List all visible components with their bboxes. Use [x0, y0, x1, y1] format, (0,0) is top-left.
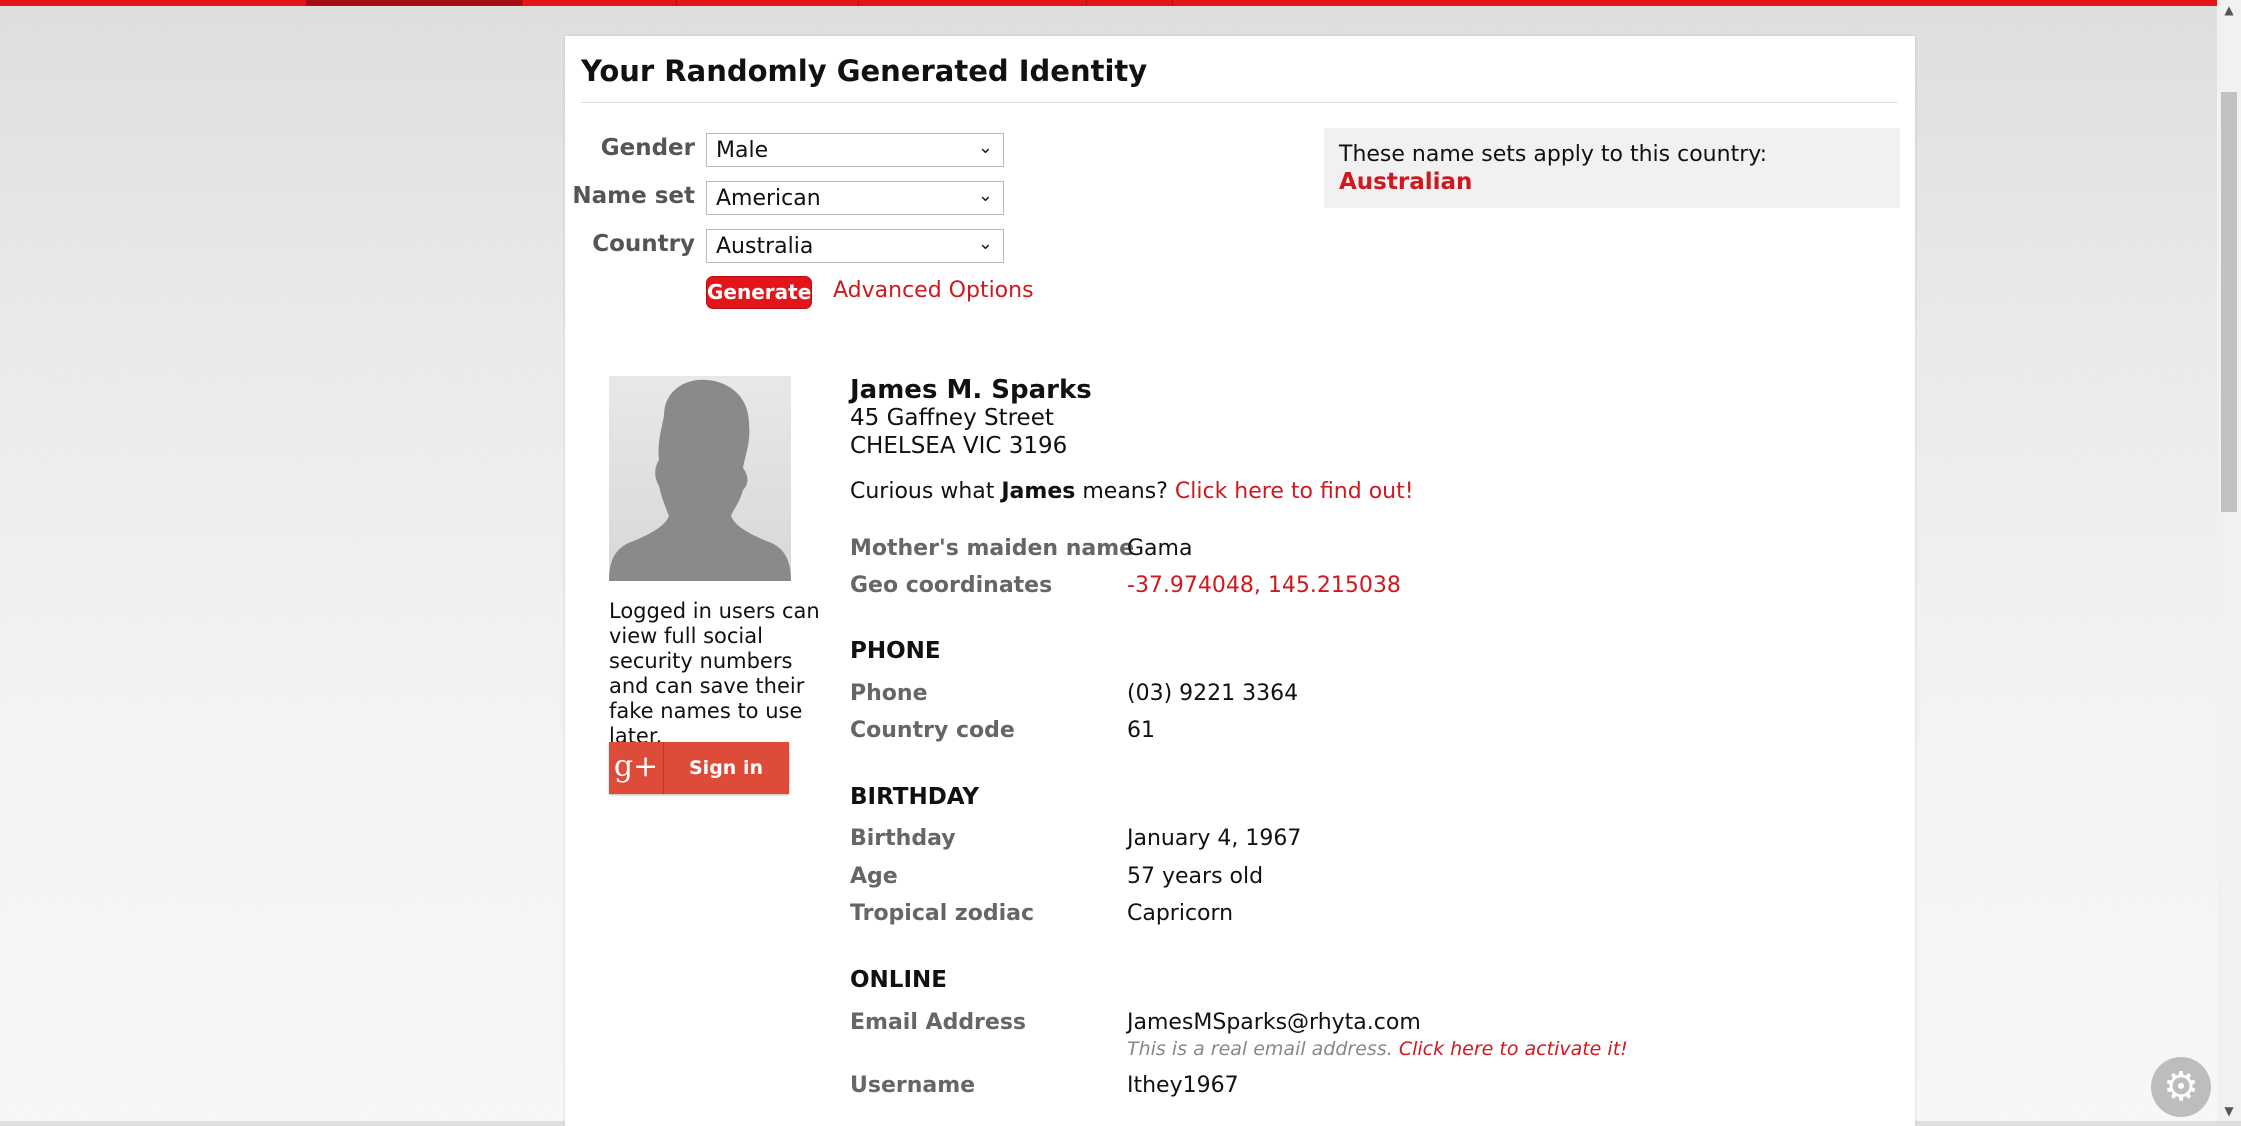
person-name: James M. Sparks [850, 375, 1092, 405]
email-note-text: This is a real email address. [1127, 1038, 1393, 1060]
nav-tab-active[interactable] [306, 0, 523, 6]
age-label: Age [850, 864, 898, 889]
login-note: Logged in users can view full social sec… [609, 599, 820, 748]
curious-mid: means? [1082, 479, 1168, 504]
curious-name: James [1001, 479, 1076, 504]
email-value: JamesMSparks@rhyta.com [1127, 1010, 1421, 1035]
country-select-value: Australia [716, 234, 814, 259]
name-meaning-line: Curious what James means? Click here to … [850, 479, 1414, 504]
nameset-info-box: These name sets apply to this country: A… [1324, 128, 1900, 208]
email-note: This is a real email address. Click here… [1127, 1038, 1628, 1060]
phone-label: Phone [850, 681, 928, 706]
google-plus-icon: g+ [609, 742, 664, 794]
address-city: CHELSEA VIC 3196 [850, 433, 1068, 459]
scroll-up-icon[interactable]: ▲ [2217, 0, 2241, 20]
chevron-down-icon: ⌄ [977, 137, 993, 158]
gender-label: Gender [600, 135, 695, 161]
avatar [609, 376, 791, 581]
signin-label: Sign in [689, 757, 763, 779]
top-nav-bar [0, 0, 2217, 6]
birthday-value: January 4, 1967 [1127, 826, 1302, 851]
curious-prefix: Curious what [850, 479, 995, 504]
gear-icon[interactable]: ⚙ [2151, 1057, 2211, 1117]
geo-label: Geo coordinates [850, 573, 1053, 598]
page-scrollbar[interactable]: ▲ ▼ [2217, 0, 2241, 1121]
zodiac-value: Capricorn [1127, 901, 1234, 926]
online-heading: ONLINE [850, 967, 947, 993]
nav-tab[interactable] [522, 0, 677, 6]
gender-select-value: Male [716, 138, 769, 163]
scroll-down-icon[interactable]: ▼ [2217, 1101, 2241, 1121]
country-label: Country [592, 231, 695, 257]
email-label: Email Address [850, 1010, 1027, 1035]
country-code-value: 61 [1127, 718, 1155, 743]
gender-select[interactable]: Male ⌄ [706, 133, 1004, 167]
phone-heading: PHONE [850, 638, 941, 664]
chevron-down-icon: ⌄ [977, 185, 993, 206]
username-value: Ithey1967 [1127, 1073, 1239, 1098]
geo-coordinates-link[interactable]: -37.974048, 145.215038 [1127, 573, 1401, 598]
maiden-name-value: Gama [1127, 536, 1193, 561]
country-select[interactable]: Australia ⌄ [706, 229, 1004, 263]
birthday-heading: BIRTHDAY [850, 784, 980, 810]
name-meaning-link[interactable]: Click here to find out! [1175, 479, 1414, 504]
nameset-info-text: These name sets apply to this country: [1339, 142, 1768, 167]
title-divider [581, 102, 1898, 103]
country-code-label: Country code [850, 718, 1015, 743]
address-street: 45 Gaffney Street [850, 405, 1054, 431]
zodiac-label: Tropical zodiac [850, 901, 1035, 926]
identity-card: Your Randomly Generated Identity Gender … [565, 36, 1915, 1126]
generate-button[interactable]: Generate [706, 276, 812, 309]
page-title: Your Randomly Generated Identity [581, 54, 1148, 88]
chevron-down-icon: ⌄ [977, 233, 993, 254]
nav-tab[interactable] [858, 0, 1087, 6]
maiden-name-label: Mother's maiden name [850, 536, 1135, 561]
nameset-info-value[interactable]: Australian [1339, 169, 1885, 195]
nav-tab[interactable] [676, 0, 859, 6]
nameset-select[interactable]: American ⌄ [706, 181, 1004, 215]
google-signin-button[interactable]: g+ Sign in [609, 742, 789, 794]
phone-value: (03) 9221 3364 [1127, 681, 1299, 706]
age-value: 57 years old [1127, 864, 1264, 889]
scrollbar-thumb[interactable] [2221, 92, 2237, 512]
nameset-label: Name set [572, 183, 695, 209]
person-silhouette-icon [609, 379, 791, 581]
nav-tab[interactable] [1086, 0, 1173, 6]
username-label: Username [850, 1073, 976, 1098]
nameset-select-value: American [716, 186, 821, 211]
activate-email-link[interactable]: Click here to activate it! [1399, 1038, 1628, 1060]
birthday-label: Birthday [850, 826, 956, 851]
advanced-options-link[interactable]: Advanced Options [833, 278, 1034, 303]
